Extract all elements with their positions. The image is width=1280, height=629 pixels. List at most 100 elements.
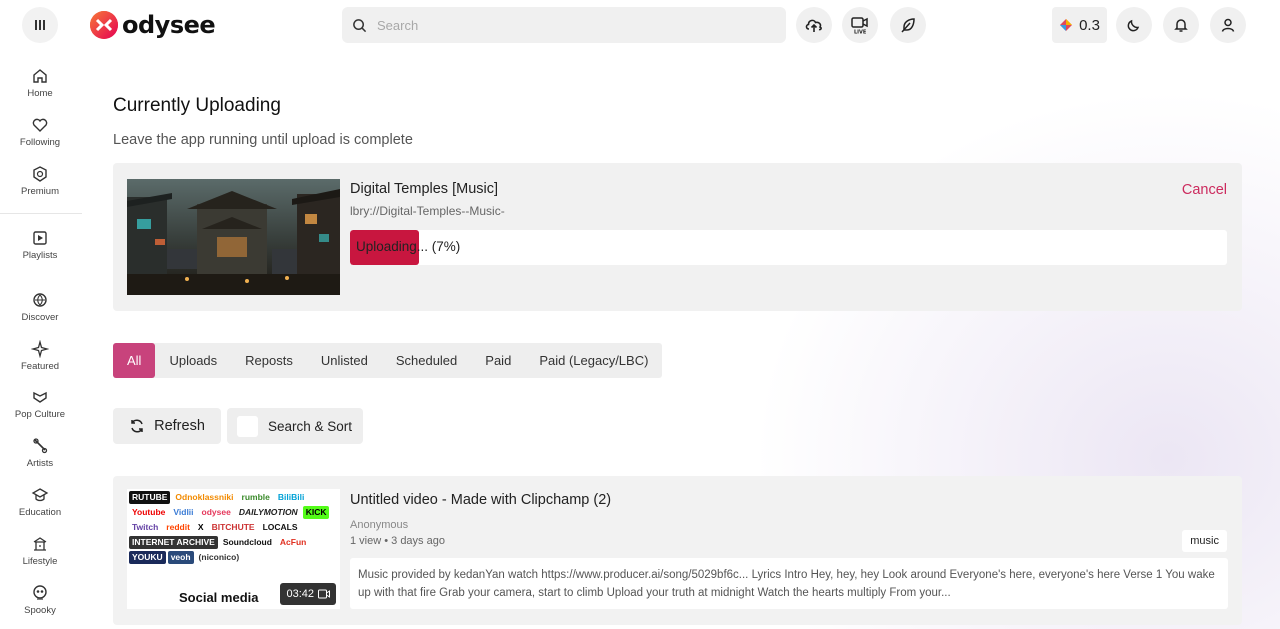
video-title[interactable]: Untitled video - Made with Clipchamp (2) — [350, 492, 611, 508]
tab-scheduled[interactable]: Scheduled — [382, 343, 471, 378]
upload-url: lbry://Digital-Temples--Music- — [350, 204, 505, 218]
platform-logo: INTERNET ARCHIVE — [129, 536, 218, 549]
sidebar-item-label: Featured — [20, 361, 60, 372]
video-author[interactable]: Anonymous — [350, 519, 408, 531]
menu-icon — [35, 20, 45, 30]
wallet-balance[interactable]: 0.3 — [1052, 7, 1107, 43]
live-camera-icon: LIVE — [851, 17, 868, 36]
sidebar-item-playlists[interactable]: Playlists — [0, 229, 80, 275]
odysee-logo[interactable]: odysee — [88, 8, 216, 42]
spooky-icon — [33, 585, 47, 600]
refresh-icon — [131, 419, 143, 433]
tab-unlisted[interactable]: Unlisted — [307, 343, 382, 378]
tab-paid[interactable]: Paid — [471, 343, 525, 378]
refresh-label: Refresh — [154, 418, 205, 434]
video-camera-icon — [318, 589, 330, 599]
video-list-item[interactable]: RUTUBE Odnoklassniki rumble BiliBili You… — [113, 476, 1242, 625]
thumbnail-caption: Social media — [179, 590, 259, 605]
page-subtitle: Leave the app running until upload is co… — [113, 132, 413, 148]
platform-logo: AcFun — [279, 537, 307, 547]
sidebar-item-label: Premium — [20, 186, 59, 197]
sidebar-item-artists[interactable]: Artists — [0, 437, 80, 483]
tab-all[interactable]: All — [113, 343, 156, 378]
education-icon — [31, 488, 49, 502]
svg-text:LIVE: LIVE — [854, 30, 867, 36]
filter-tabs: All Uploads Reposts Unlisted Scheduled P… — [113, 343, 663, 378]
sidebar-item-lifestyle[interactable]: Lifestyle — [0, 535, 80, 581]
feather-icon — [901, 18, 915, 33]
platform-logo: rumble — [241, 492, 270, 502]
sidebar-item-label: Education — [18, 507, 62, 518]
platform-logo: Twitch — [132, 522, 159, 532]
search-input[interactable] — [377, 17, 757, 33]
sidebar-item-label: Spooky — [24, 605, 56, 616]
odysee-logo-icon — [90, 11, 118, 39]
wallet-balance-value: 0.3 — [1079, 16, 1100, 34]
sidebar-item-pop-culture[interactable]: Pop Culture — [0, 388, 80, 434]
discover-icon — [33, 293, 47, 307]
platform-logo: Youtube — [132, 507, 166, 517]
video-duration-badge: 03:42 — [280, 583, 336, 605]
lifestyle-icon — [33, 537, 47, 551]
tab-uploads[interactable]: Uploads — [155, 343, 231, 378]
refresh-button[interactable]: Refresh — [113, 408, 221, 444]
platform-logo: DAILYMOTION — [238, 507, 298, 517]
search-bar[interactable] — [342, 7, 786, 43]
sidebar-item-label: Discover — [21, 312, 59, 323]
logo-text: odysee — [122, 11, 216, 39]
sidebar: Home Following Premium Playlists Discove… — [0, 55, 82, 629]
platform-logo: LOCALS — [262, 522, 298, 532]
search-sort-checkbox[interactable] — [237, 415, 258, 437]
top-header: odysee LIVE 0.3 — [0, 0, 1280, 50]
upload-button[interactable] — [796, 7, 832, 43]
cloud-upload-icon — [805, 19, 822, 32]
platform-logo: YOUKU — [129, 551, 166, 564]
video-duration: 03:42 — [286, 588, 314, 600]
video-meta: 1 view • 3 days ago — [350, 535, 445, 547]
sidebar-item-label: Pop Culture — [14, 409, 66, 420]
moon-icon — [1127, 19, 1140, 32]
page-title: Currently Uploading — [113, 95, 281, 116]
platform-logo: X — [197, 522, 204, 532]
platform-logo: reddit — [166, 522, 190, 532]
go-live-button[interactable]: LIVE — [842, 7, 878, 43]
theme-toggle-button[interactable] — [1116, 7, 1152, 43]
sidebar-item-home[interactable]: Home — [0, 67, 80, 113]
tab-reposts[interactable]: Reposts — [231, 343, 307, 378]
account-button[interactable] — [1210, 7, 1246, 43]
search-icon — [353, 18, 367, 32]
search-sort-toggle[interactable]: Search & Sort — [227, 408, 363, 444]
video-tag[interactable]: music — [1182, 530, 1227, 552]
sidebar-item-education[interactable]: Education — [0, 486, 80, 532]
sidebar-item-featured[interactable]: Featured — [0, 340, 80, 386]
sidebar-item-premium[interactable]: Premium — [0, 165, 80, 211]
heart-icon — [32, 118, 48, 132]
search-sort-label: Search & Sort — [268, 418, 353, 434]
menu-button[interactable] — [22, 7, 58, 43]
platform-logo: Vidlii — [173, 507, 194, 517]
platform-logo: Odnoklassniki — [175, 492, 234, 502]
sidebar-item-spooky[interactable]: Spooky — [0, 584, 80, 629]
premium-icon — [33, 166, 47, 182]
platform-logo: Soundcloud — [222, 537, 272, 547]
upload-thumbnail — [127, 179, 340, 295]
notifications-button[interactable] — [1163, 7, 1199, 43]
sidebar-item-following[interactable]: Following — [0, 116, 80, 162]
upload-title: Digital Temples [Music] — [350, 181, 499, 197]
upload-card: Digital Temples [Music] lbry://Digital-T… — [113, 163, 1242, 311]
sidebar-item-label: Artists — [26, 458, 54, 469]
platform-logo: RUTUBE — [129, 491, 171, 504]
sidebar-divider — [0, 213, 82, 214]
platform-logo: BiliBili — [277, 492, 305, 502]
lbc-credits-icon — [1060, 19, 1073, 31]
sidebar-item-discover[interactable]: Discover — [0, 291, 80, 337]
sidebar-item-label: Playlists — [22, 250, 58, 261]
sidebar-item-label: Following — [19, 137, 61, 148]
publish-post-button[interactable] — [890, 7, 926, 43]
platform-logo: odysee — [201, 507, 231, 517]
cancel-upload-link[interactable]: Cancel — [1182, 182, 1227, 198]
upload-progress-text: Uploading... (7%) — [356, 239, 461, 254]
video-thumbnail[interactable]: RUTUBE Odnoklassniki rumble BiliBili You… — [127, 489, 340, 609]
tab-paid-legacy[interactable]: Paid (Legacy/LBC) — [525, 343, 662, 378]
popculture-icon — [33, 391, 47, 403]
